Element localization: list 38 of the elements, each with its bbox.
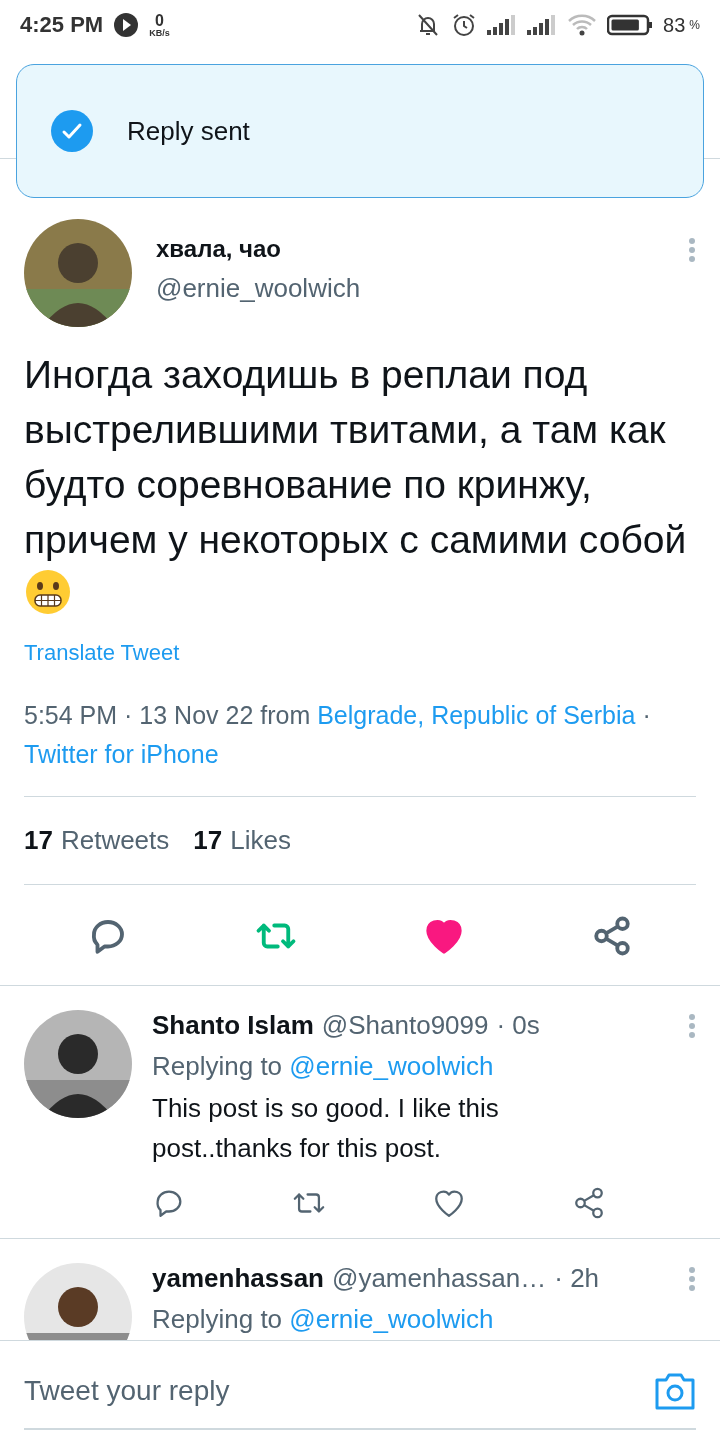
mention-link[interactable]: @ernie_woolwich: [289, 1051, 494, 1081]
mention-link[interactable]: @ernie_woolwich: [289, 1304, 494, 1334]
reply-time: · 0s: [496, 1010, 540, 1041]
reply-input-field[interactable]: Tweet your reply: [24, 1374, 654, 1407]
replying-to: Replying to @ernie_woolwich: [152, 1051, 495, 1082]
stat-label[interactable]: Likes: [230, 825, 291, 856]
battery-icon: [607, 13, 654, 37]
battery-percent: 83: [663, 13, 686, 37]
reply-text: This post is so good. I like this post..thanks for this post.: [152, 1092, 500, 1165]
tweet-meta: 5:54 PM · 13 Nov 22 from Belgrade, Republic of Serbia · Twitter for iPhone: [24, 696, 696, 797]
share-button[interactable]: [591, 915, 633, 957]
stat-count: 17: [193, 825, 223, 856]
grimacing-emoji-icon: [24, 568, 72, 616]
reply-author-name: Shanto Islam: [152, 1010, 314, 1041]
author-name: хвала, чао: [156, 235, 282, 263]
reply-author-name: yamenhassan: [152, 1263, 324, 1294]
author-handle: @ernie_woolwich: [156, 273, 362, 304]
reply-author-handle: @Shanto9099: [321, 1010, 489, 1041]
replying-to: Replying to @ernie_woolwich: [152, 1304, 495, 1335]
wifi-icon: [567, 13, 598, 37]
check-icon: [51, 110, 93, 152]
stat-label[interactable]: Retweets: [60, 825, 170, 856]
stat-count: 17: [24, 825, 53, 856]
toast-text: Reply sent: [127, 115, 250, 147]
avatar[interactable]: [24, 1263, 132, 1340]
play-icon: [113, 12, 140, 38]
status-time: 4:25 PM: [20, 12, 104, 38]
signal-icon: [487, 14, 518, 36]
source-link[interactable]: Twitter for iPhone: [24, 740, 219, 768]
translate-link[interactable]: Translate Tweet: [24, 640, 180, 666]
tweet-text: Иногда заходишь в реплаи под выстрелившими твитами, а там как будто соревнование по кринжу, причем у некоторых с самими собой: [24, 347, 696, 622]
location-link[interactable]: Belgrade, Republic of Serbia: [317, 701, 636, 729]
reply-author-handle: @yamenhassan…: [332, 1263, 547, 1294]
battery-unit: %: [689, 18, 700, 32]
network-speed: 0 KB/s: [149, 12, 170, 38]
signal-icon: [527, 14, 558, 36]
reply-time: · 2h: [554, 1263, 600, 1294]
share-button[interactable]: [572, 1186, 606, 1220]
